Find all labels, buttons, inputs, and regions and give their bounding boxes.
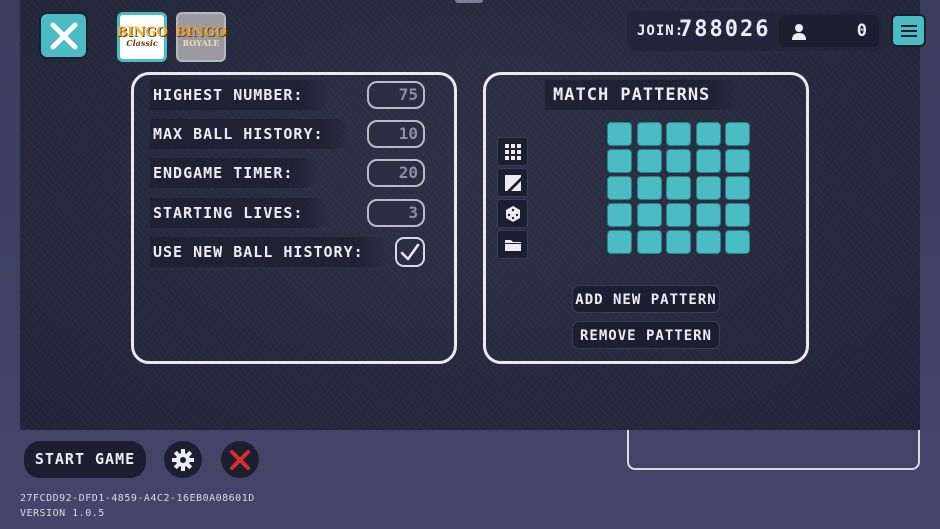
close-icon	[50, 22, 77, 49]
pattern-cell[interactable]	[607, 176, 632, 200]
max-ball-history-label: MAX BALL HISTORY:	[150, 119, 350, 149]
pattern-cell[interactable]	[636, 203, 662, 227]
pattern-cell[interactable]	[607, 122, 632, 146]
fill-all-tool[interactable]	[497, 137, 528, 166]
pattern-cell[interactable]	[725, 203, 750, 227]
pattern-cell[interactable]	[725, 149, 750, 173]
join-panel: JOIN: 788026 0	[627, 11, 882, 51]
pattern-cell[interactable]	[695, 203, 721, 227]
grid-icon	[504, 143, 521, 160]
pattern-cell[interactable]	[695, 122, 721, 146]
pattern-cell[interactable]	[666, 122, 691, 146]
settings-button[interactable]	[164, 441, 202, 478]
pattern-cell[interactable]	[636, 149, 662, 173]
menu-button[interactable]	[891, 14, 926, 47]
pattern-cell[interactable]	[695, 176, 721, 200]
player-count: 0	[856, 21, 867, 41]
random-tool[interactable]	[497, 199, 528, 228]
endgame-timer-label: ENDGAME TIMER:	[150, 158, 320, 188]
starting-lives-label: STARTING LIVES:	[150, 198, 330, 228]
mode-bingo-royale[interactable]: BINGO ROYALE	[175, 12, 227, 62]
join-label: JOIN:	[637, 23, 685, 39]
highest-number-label: HIGHEST NUMBER:	[150, 80, 330, 110]
pattern-cell[interactable]	[636, 122, 662, 146]
pattern-cell[interactable]	[695, 149, 721, 173]
person-icon	[792, 24, 806, 40]
mode-royale-subtitle: ROYALE	[182, 38, 220, 48]
dice-icon	[505, 205, 520, 222]
diagonal-tool[interactable]	[497, 168, 528, 197]
pattern-cell[interactable]	[666, 176, 691, 200]
remove-pattern-button[interactable]: REMOVE PATTERN	[572, 321, 720, 349]
add-new-pattern-button[interactable]: ADD NEW PATTERN	[572, 285, 720, 313]
mode-bingo-classic[interactable]: BINGO Classic	[116, 12, 168, 62]
pattern-cell[interactable]	[666, 230, 691, 254]
pattern-cell[interactable]	[725, 230, 750, 254]
pattern-cell[interactable]	[725, 122, 750, 146]
starting-lives-input[interactable]: 3	[367, 199, 425, 227]
use-new-ball-history-checkbox[interactable]	[395, 237, 425, 267]
close-button[interactable]	[39, 12, 88, 59]
pattern-cell[interactable]	[636, 176, 662, 200]
checkmark-icon	[400, 243, 420, 261]
pattern-cell[interactable]	[666, 149, 691, 173]
mode-classic-subtitle: Classic	[126, 38, 158, 48]
diagonal-icon	[504, 174, 521, 191]
join-code: 788026	[679, 17, 771, 42]
highest-number-input[interactable]: 75	[367, 81, 425, 109]
max-ball-history-input[interactable]: 10	[367, 120, 425, 148]
use-new-ball-history-label: USE NEW BALL HISTORY:	[150, 237, 390, 267]
start-game-button[interactable]: START GAME	[24, 441, 146, 478]
hamburger-icon	[900, 24, 917, 37]
pattern-cell[interactable]	[666, 203, 691, 227]
session-id: 27FCDD92-DFD1-4859-A4C2-16EB0A08601D	[20, 493, 255, 504]
pattern-cell[interactable]	[607, 149, 632, 173]
pattern-toolbar	[497, 137, 528, 259]
folder-icon	[504, 239, 521, 251]
close-icon	[230, 449, 250, 470]
pattern-cell[interactable]	[636, 230, 662, 254]
load-tool[interactable]	[497, 230, 528, 259]
chat-box	[627, 430, 920, 470]
player-counter: 0	[779, 15, 879, 47]
pattern-grid	[607, 122, 752, 256]
endgame-timer-input[interactable]: 20	[367, 159, 425, 187]
match-patterns-title: MATCH PATTERNS	[545, 80, 741, 110]
pattern-cell[interactable]	[607, 230, 632, 254]
gear-icon	[172, 448, 194, 471]
pattern-cell[interactable]	[695, 230, 721, 254]
pattern-cell[interactable]	[725, 176, 750, 200]
quit-button[interactable]	[221, 441, 259, 478]
pattern-cell[interactable]	[607, 203, 632, 227]
version-text: VERSION 1.0.5	[20, 508, 105, 519]
top-notch	[455, 0, 483, 3]
